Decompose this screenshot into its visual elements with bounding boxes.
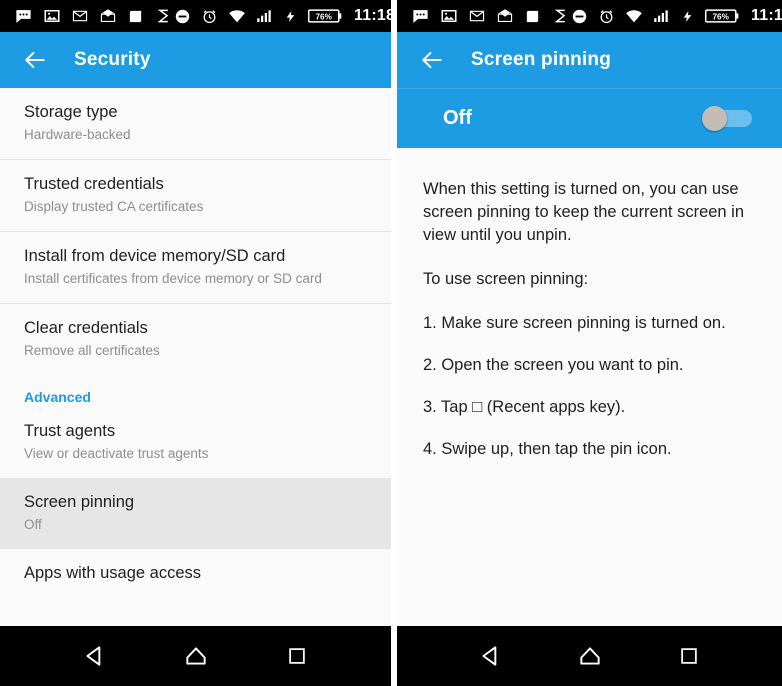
instruction-step-3: 3. Tap □ (Recent apps key). bbox=[423, 398, 626, 416]
page-title: Security bbox=[74, 49, 151, 70]
photo-icon bbox=[42, 7, 61, 26]
email-icon bbox=[467, 7, 486, 26]
nav-recents-icon[interactable] bbox=[665, 632, 713, 680]
description-paragraph: When this setting is turned on, you can … bbox=[423, 180, 745, 244]
screen-pinning-switch[interactable] bbox=[702, 106, 752, 131]
list-item-title: Clear credentials bbox=[24, 319, 148, 337]
appbar-security: Security bbox=[0, 32, 391, 88]
status-bar-right: 76% 11:18 bbox=[397, 0, 782, 32]
back-arrow-icon[interactable] bbox=[415, 43, 449, 77]
list-item-title: Storage type bbox=[24, 103, 118, 121]
s-logo-icon bbox=[551, 7, 570, 26]
list-item-subtitle: Display trusted CA certificates bbox=[24, 199, 204, 214]
list-item-clear-credentials[interactable]: Clear credentials Remove all certificate… bbox=[0, 304, 391, 375]
list-item-screen-pinning[interactable]: Screen pinning Off bbox=[0, 478, 391, 549]
list-item-subtitle: Hardware-backed bbox=[24, 127, 131, 142]
charging-bolt-icon bbox=[678, 7, 697, 26]
instruction-step-2: 2. Open the screen you want to pin. bbox=[423, 356, 684, 374]
screen-pinning-toggle-row[interactable]: Off bbox=[397, 88, 782, 148]
email-open-icon bbox=[495, 7, 514, 26]
email-open-icon bbox=[98, 7, 117, 26]
appbar-screen-pinning: Screen pinning bbox=[397, 32, 782, 88]
security-settings-list: Storage type Hardware-backed Trusted cre… bbox=[0, 88, 391, 626]
list-item-title: Trusted credentials bbox=[24, 175, 164, 193]
messages-icon bbox=[411, 7, 430, 26]
left-phone-screen: 76% 11:18 Security Storage type Hardware… bbox=[0, 0, 395, 686]
section-header-advanced: Advanced bbox=[24, 389, 91, 405]
battery-percent-text: 76% bbox=[713, 12, 730, 21]
rounded-square-icon bbox=[126, 7, 145, 26]
navigation-bar-right bbox=[397, 626, 782, 686]
status-clock: 11:18 bbox=[751, 7, 782, 24]
nav-back-icon[interactable] bbox=[467, 632, 515, 680]
list-item-subtitle: Install certificates from device memory … bbox=[24, 271, 322, 286]
battery-indicator: 76% bbox=[705, 7, 739, 25]
nav-back-icon[interactable] bbox=[71, 632, 119, 680]
status-clock: 11:18 bbox=[354, 7, 396, 24]
status-icons-right: 76% 11:18 bbox=[570, 7, 782, 26]
toggle-state-label: Off bbox=[443, 107, 472, 129]
status-bar-left: 76% 11:18 bbox=[0, 0, 395, 32]
instruction-step-4: 4. Swipe up, then tap the pin icon. bbox=[423, 440, 672, 458]
list-item-storage-type[interactable]: Storage type Hardware-backed bbox=[0, 88, 391, 160]
settings-group-advanced: Advanced Trust agents View or deactivate… bbox=[0, 375, 391, 599]
photo-icon bbox=[439, 7, 458, 26]
list-item-title: Trust agents bbox=[24, 422, 116, 440]
instruction-step-1: 1. Make sure screen pinning is turned on… bbox=[423, 314, 726, 332]
list-item-trust-agents[interactable]: Trust agents View or deactivate trust ag… bbox=[0, 407, 391, 478]
do-not-disturb-icon bbox=[570, 7, 589, 26]
page-title: Screen pinning bbox=[471, 49, 612, 70]
dual-screenshot-container: 76% 11:18 Security Storage type Hardware… bbox=[0, 0, 782, 686]
list-item-subtitle: Remove all certificates bbox=[24, 343, 160, 358]
description-body: When this setting is turned on, you can … bbox=[397, 148, 782, 461]
alarm-clock-icon bbox=[597, 7, 616, 26]
status-icons-left bbox=[411, 7, 570, 26]
cellular-signal-icon bbox=[651, 7, 670, 26]
list-item-title: Apps with usage access bbox=[24, 564, 202, 582]
list-item-subtitle: View or deactivate trust agents bbox=[24, 446, 209, 461]
screen-pinning-description: When this setting is turned on, you can … bbox=[397, 148, 782, 626]
messages-icon bbox=[14, 7, 33, 26]
email-icon bbox=[70, 7, 89, 26]
switch-thumb bbox=[702, 106, 727, 131]
battery-percent-text: 76% bbox=[316, 12, 333, 21]
s-logo-icon bbox=[154, 7, 173, 26]
list-item-install-from-device-memory[interactable]: Install from device memory/SD card Insta… bbox=[0, 232, 391, 304]
list-item-title: Screen pinning bbox=[24, 493, 135, 511]
list-item-subtitle: Off bbox=[24, 517, 42, 532]
rounded-square-icon bbox=[523, 7, 542, 26]
charging-bolt-icon bbox=[281, 7, 300, 26]
wifi-icon bbox=[624, 7, 643, 26]
back-arrow-icon[interactable] bbox=[18, 43, 52, 77]
nav-home-icon[interactable] bbox=[566, 632, 614, 680]
nav-home-icon[interactable] bbox=[172, 632, 220, 680]
battery-indicator: 76% bbox=[308, 7, 342, 25]
status-icons-right: 76% 11:18 bbox=[173, 7, 395, 26]
right-phone-screen: 76% 11:18 Screen pinning Off When this s… bbox=[391, 0, 782, 686]
alarm-clock-icon bbox=[200, 7, 219, 26]
list-item-apps-with-usage-access[interactable]: Apps with usage access bbox=[0, 549, 391, 599]
list-item-title: Install from device memory/SD card bbox=[24, 247, 286, 265]
status-icons-left bbox=[14, 7, 173, 26]
list-item-trusted-credentials[interactable]: Trusted credentials Display trusted CA c… bbox=[0, 160, 391, 232]
wifi-icon bbox=[227, 7, 246, 26]
do-not-disturb-icon bbox=[173, 7, 192, 26]
navigation-bar-left bbox=[0, 626, 391, 686]
cellular-signal-icon bbox=[254, 7, 273, 26]
instructions-intro: To use screen pinning: bbox=[423, 270, 589, 288]
settings-group-credentials: Storage type Hardware-backed Trusted cre… bbox=[0, 88, 391, 375]
nav-recents-icon[interactable] bbox=[273, 632, 321, 680]
